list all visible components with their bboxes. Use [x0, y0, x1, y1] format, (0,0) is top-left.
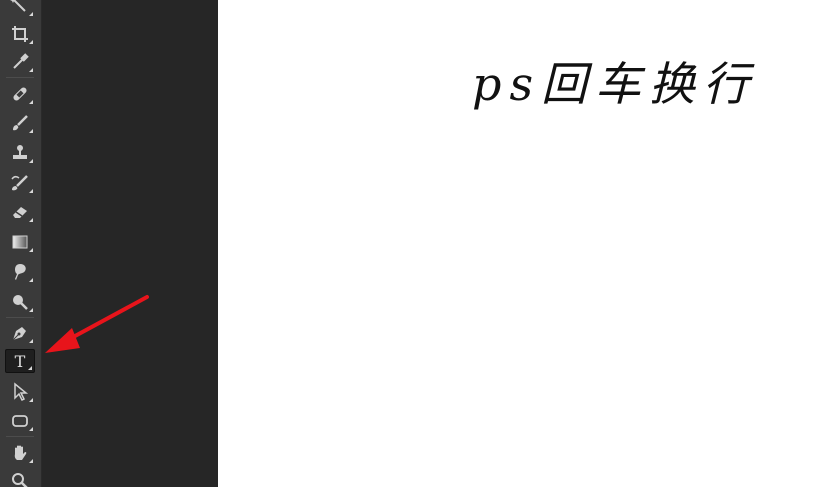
eraser-icon — [13, 207, 27, 218]
blur-tool[interactable] — [5, 260, 35, 284]
pen-icon — [12, 327, 26, 341]
zoom-icon — [12, 473, 28, 487]
healing-brush-tool[interactable] — [5, 82, 35, 106]
gradient-tool[interactable] — [5, 230, 35, 254]
magic-wand-tool[interactable] — [5, 0, 35, 18]
arrow-pointer-icon — [14, 382, 29, 402]
hand-icon — [14, 445, 27, 460]
brush-icon — [13, 115, 28, 131]
shape-tool[interactable] — [5, 409, 35, 433]
type-icon: T — [15, 352, 26, 371]
hand-tool[interactable] — [5, 441, 35, 465]
history-brush-tool[interactable] — [5, 171, 35, 195]
eyedropper-icon — [13, 53, 29, 69]
type-tool-label: T — [15, 352, 26, 371]
blur-icon — [15, 264, 26, 280]
history-brush-icon — [11, 175, 28, 191]
rounded-rectangle-icon — [12, 415, 28, 427]
magic-wand-icon — [10, 0, 26, 12]
type-tool[interactable]: T — [5, 349, 35, 373]
path-selection-tool[interactable] — [5, 380, 35, 404]
brush-tool[interactable] — [5, 111, 35, 135]
canvas-text-layer[interactable]: ps回车换行 — [472, 48, 757, 114]
tools-panel: T — [0, 0, 42, 487]
bandage-icon — [13, 87, 27, 101]
photoshop-window: T ps回车换行 — [0, 0, 816, 487]
zoom-tool[interactable] — [5, 469, 35, 487]
crop-tool[interactable] — [5, 22, 35, 46]
pen-tool[interactable] — [5, 321, 35, 345]
crop-icon — [12, 26, 28, 42]
stamp-icon — [13, 145, 27, 159]
document-canvas[interactable]: ps回车换行 — [218, 0, 816, 487]
dodge-icon — [13, 295, 28, 310]
options-panel — [42, 0, 218, 487]
eyedropper-tool[interactable] — [5, 50, 35, 74]
gradient-icon — [12, 235, 28, 249]
red-arrow-annotation — [45, 295, 149, 353]
eraser-tool[interactable] — [5, 200, 35, 224]
clone-stamp-tool[interactable] — [5, 141, 35, 165]
dodge-tool[interactable] — [5, 290, 35, 314]
